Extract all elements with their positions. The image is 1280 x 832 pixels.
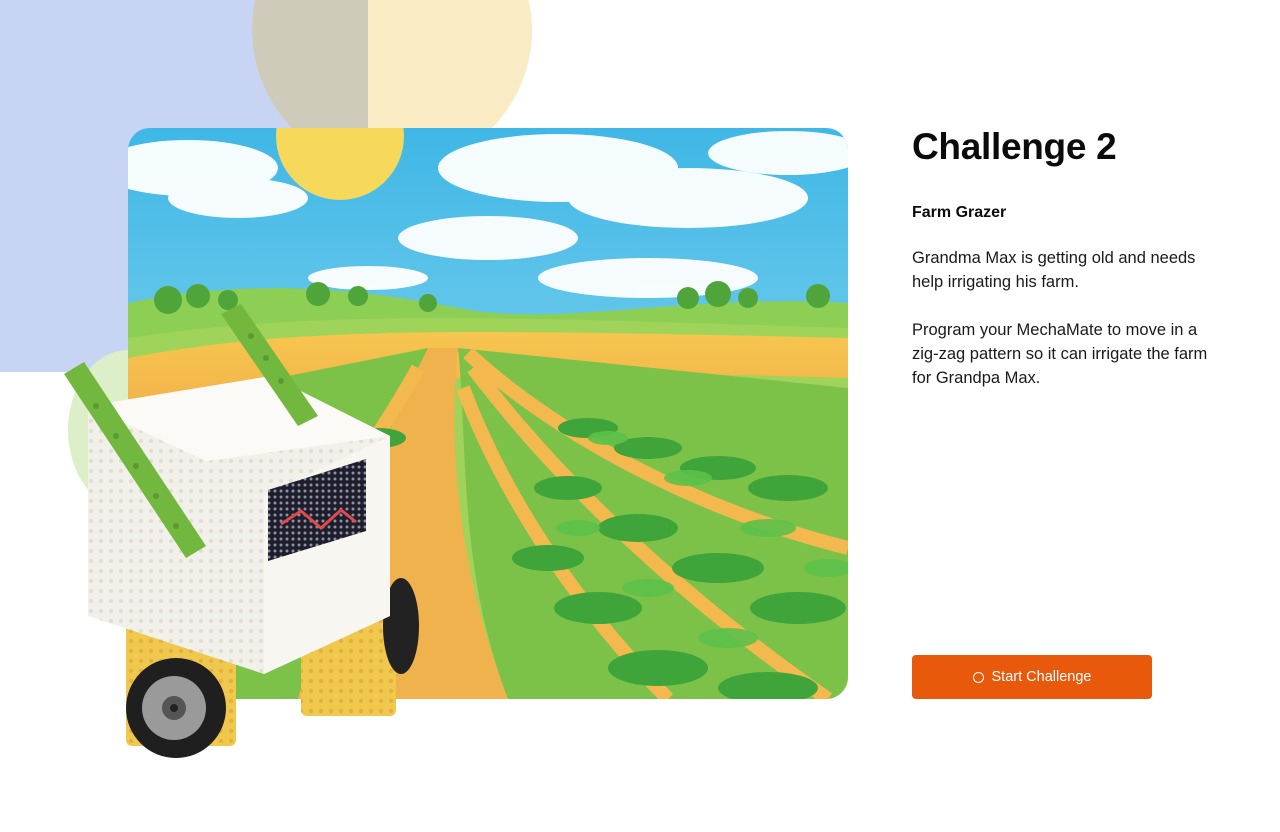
mechamate-robot-image xyxy=(56,296,436,766)
challenge-intro-text: Grandma Max is getting old and needs hel… xyxy=(912,249,1196,291)
challenge-name: Farm Grazer xyxy=(912,204,1007,221)
challenge-info-panel: Challenge 2 Farm Grazer Grandma Max is g… xyxy=(912,124,1212,390)
circle-icon xyxy=(972,671,984,683)
start-challenge-label: Start Challenge xyxy=(991,669,1092,685)
challenge-title: Challenge 2 xyxy=(912,126,1117,167)
start-challenge-button[interactable]: Start Challenge xyxy=(912,655,1152,699)
challenge-instructions-text: Program your MechaMate to move in a zig-… xyxy=(912,321,1208,387)
